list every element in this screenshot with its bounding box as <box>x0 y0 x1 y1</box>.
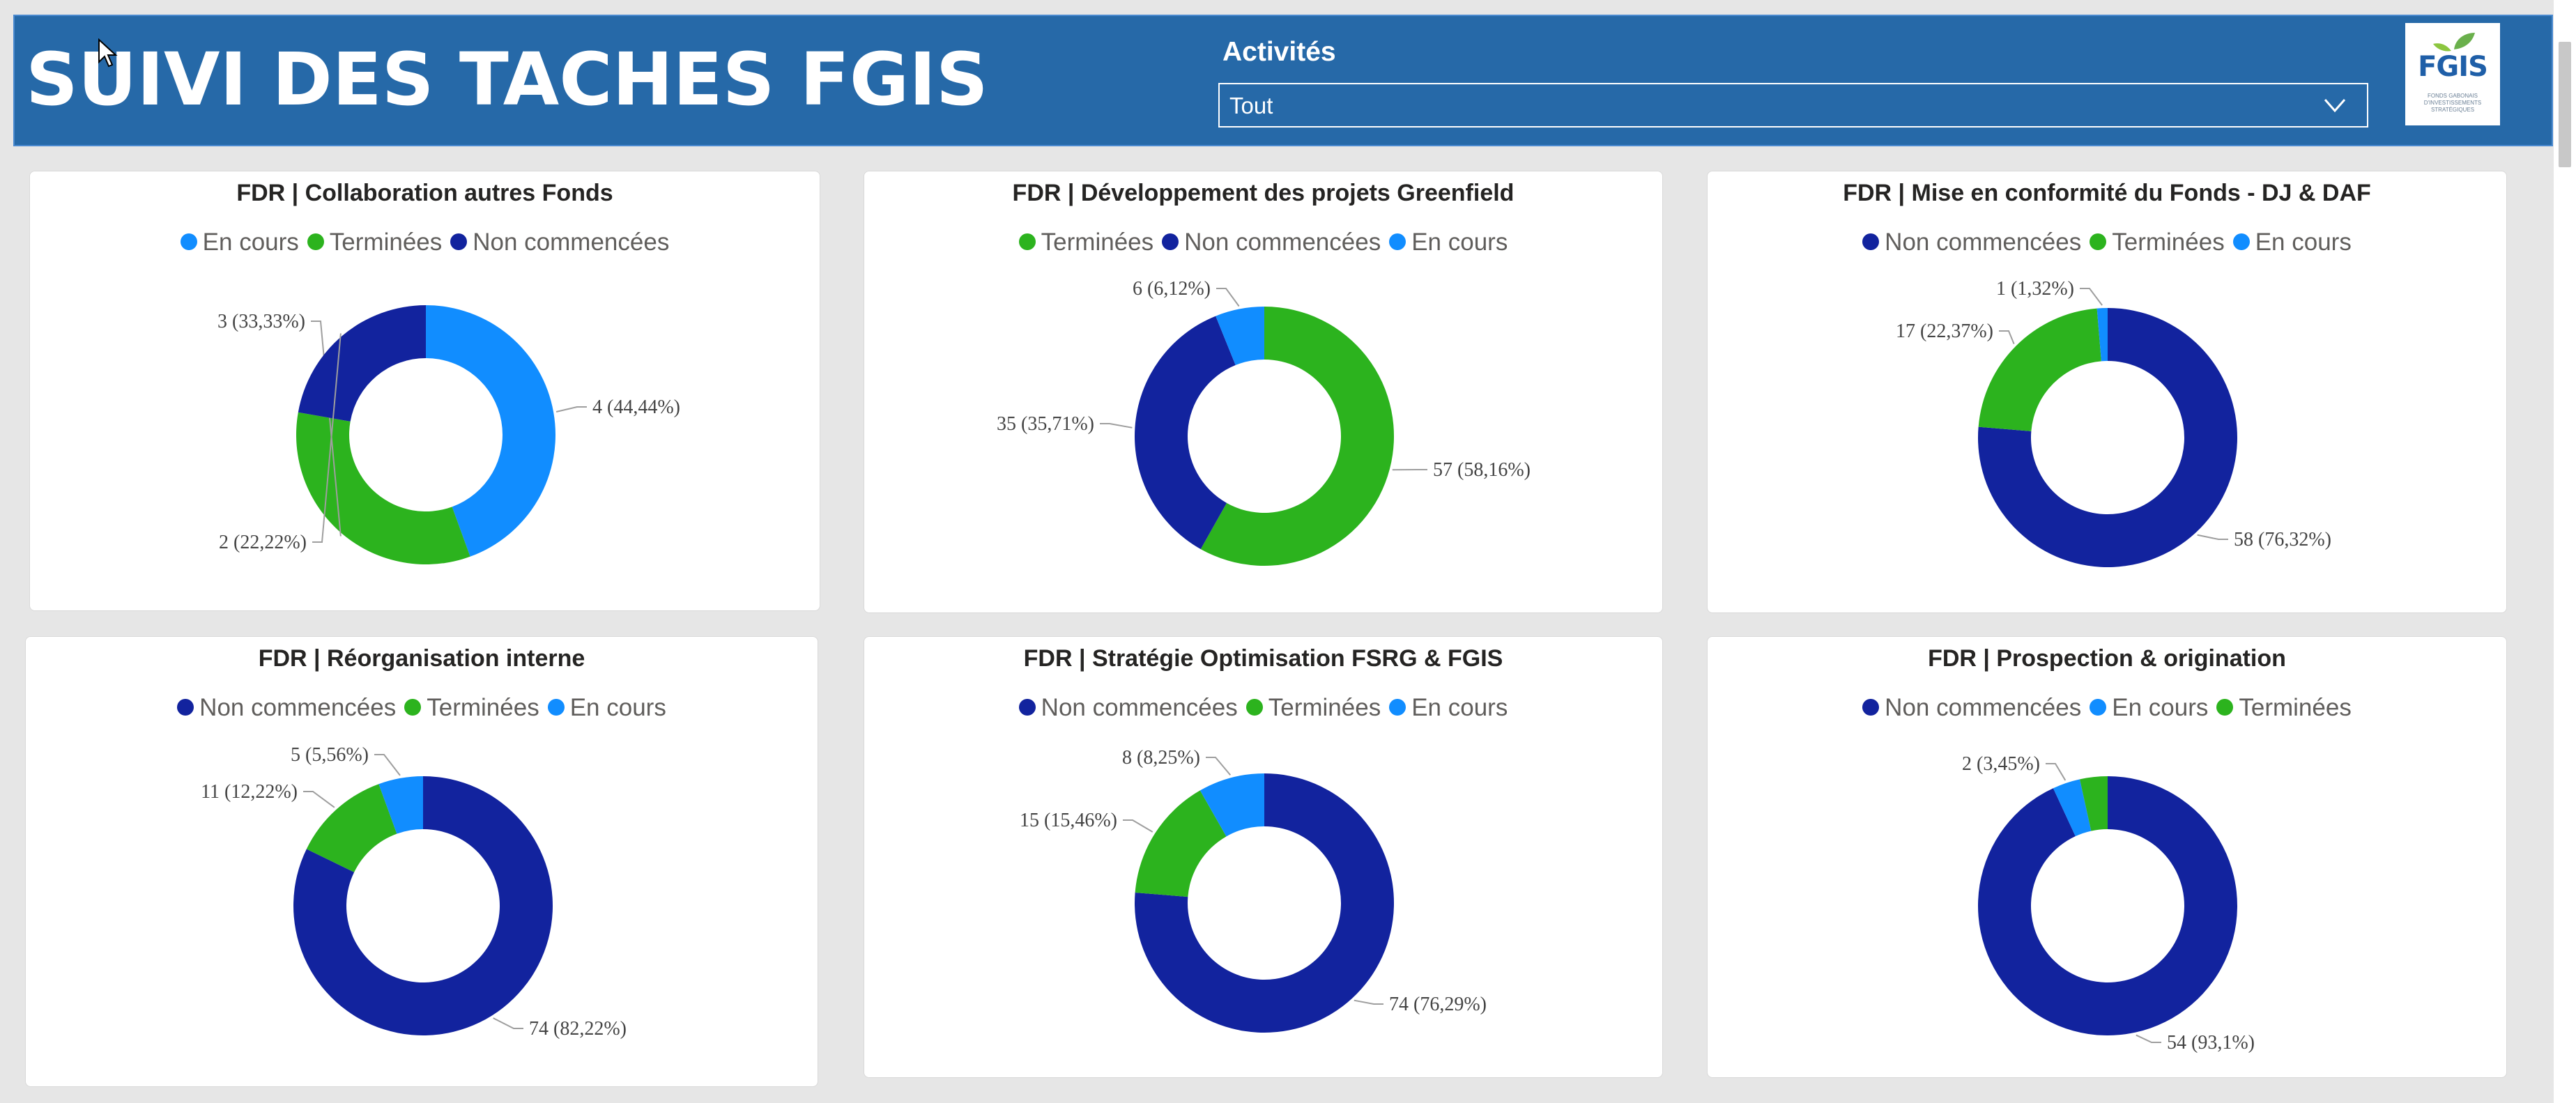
chart-title: FDR | Collaboration autres Fonds <box>236 180 613 206</box>
legend-label: Terminées <box>2112 229 2225 256</box>
legend-label: Non commencées <box>473 229 670 256</box>
report-title: SUIVI DES TACHES FGIS <box>26 37 988 122</box>
legend-item-terminees[interactable]: Terminées <box>404 694 539 722</box>
legend-dot-icon <box>1389 233 1406 250</box>
legend-dot-icon <box>547 698 565 716</box>
legend-label: Non commencées <box>199 694 397 721</box>
legend-dot-icon <box>450 233 468 250</box>
mouse-cursor-icon <box>98 38 118 68</box>
activites-slicer-label: Activités <box>1222 37 1336 67</box>
chart-legend: En cours Terminées Non commencées <box>30 229 820 256</box>
legend-label: En cours <box>2112 694 2209 721</box>
legend-dot-icon <box>307 233 324 250</box>
legend-dot-icon <box>2216 698 2234 716</box>
legend-item-non-commencees[interactable]: Non commencées <box>1018 694 1238 722</box>
logo-wordmark: FGIS <box>2418 51 2488 83</box>
legend-item-en-cours[interactable]: En cours <box>2090 694 2208 722</box>
legend-label: Terminées <box>2239 694 2352 721</box>
legend-dot-icon <box>180 233 197 250</box>
chart-title: FDR | Prospection & origination <box>1928 645 2286 672</box>
legend-dot-icon <box>1018 233 1036 250</box>
legend-label: En cours <box>1411 694 1508 721</box>
legend-dot-icon <box>2090 233 2107 250</box>
legend-dot-icon <box>1018 698 1036 716</box>
legend-label: En cours <box>202 229 299 256</box>
legend-label: Terminées <box>329 229 443 256</box>
legend-item-terminees[interactable]: Terminées <box>1018 229 1154 256</box>
legend-label: En cours <box>569 694 666 721</box>
legend-dot-icon <box>2232 233 2250 250</box>
legend-dot-icon <box>177 698 194 716</box>
logo-subtitle: FONDS GABONAIS D'INVESTISSEMENTS STRATÉG… <box>2423 93 2482 113</box>
legend-label: En cours <box>2255 229 2352 256</box>
chart-legend: Non commencées En cours Terminées <box>1708 694 2506 722</box>
legend-label: Non commencées <box>1885 229 2082 256</box>
chart-title: FDR | Mise en conformité du Fonds - DJ &… <box>1843 180 2371 206</box>
legend-item-non-commencees[interactable]: Non commencées <box>177 694 396 722</box>
legend-dot-icon <box>404 698 422 716</box>
legend-item-non-commencees[interactable]: Non commencées <box>1862 229 2081 256</box>
legend-item-terminees[interactable]: Terminées <box>2216 694 2352 722</box>
legend-item-non-commencees[interactable]: Non commencées <box>1162 229 1381 256</box>
chart-legend: Terminées Non commencées En cours <box>864 229 1662 256</box>
legend-item-non-commencees[interactable]: Non commencées <box>450 229 669 256</box>
legend-label: Terminées <box>427 694 539 721</box>
legend-label: Non commencées <box>1885 694 2082 721</box>
activites-slicer-dropdown[interactable]: Tout <box>1218 83 2368 128</box>
legend-label: Non commencées <box>1041 694 1238 721</box>
chart-title: FDR | Développement des projets Greenfie… <box>1012 180 1515 206</box>
legend-item-en-cours[interactable]: En cours <box>1389 229 1508 256</box>
chart-legend: Non commencées Terminées En cours <box>26 694 818 722</box>
chart-title: FDR | Stratégie Optimisation FSRG & FGIS <box>1023 645 1503 672</box>
legend-item-terminees[interactable]: Terminées <box>1245 694 1381 722</box>
legend-dot-icon <box>1162 233 1179 250</box>
legend-item-en-cours[interactable]: En cours <box>180 229 299 256</box>
legend-label: Terminées <box>1041 229 1154 256</box>
legend-label: En cours <box>1411 229 1508 256</box>
slicer-selected-value: Tout <box>1229 93 1273 118</box>
legend-item-terminees[interactable]: Terminées <box>307 229 442 256</box>
chart-legend: Non commencées Terminées En cours <box>1708 229 2506 256</box>
legend-item-terminees[interactable]: Terminées <box>2090 229 2225 256</box>
legend-dot-icon <box>1862 698 1880 716</box>
legend-item-en-cours[interactable]: En cours <box>547 694 666 722</box>
legend-item-non-commencees[interactable]: Non commencées <box>1862 694 2081 722</box>
vertical-scrollbar[interactable] <box>2554 0 2576 1103</box>
scrollbar-thumb[interactable] <box>2559 42 2571 167</box>
legend-label: Terminées <box>1268 694 1381 721</box>
chart-legend: Non commencées Terminées En cours <box>864 694 1662 722</box>
legend-item-en-cours[interactable]: En cours <box>1389 694 1508 722</box>
legend-dot-icon <box>2090 698 2107 716</box>
fgis-logo: FGIS FONDS GABONAIS D'INVESTISSEMENTS ST… <box>2405 23 2500 125</box>
chart-title: FDR | Réorganisation interne <box>258 645 585 672</box>
legend-item-en-cours[interactable]: En cours <box>2232 229 2352 256</box>
chevron-down-icon <box>2324 99 2346 113</box>
legend-dot-icon <box>1862 233 1880 250</box>
legend-label: Non commencées <box>1184 229 1381 256</box>
legend-dot-icon <box>1389 698 1406 716</box>
legend-dot-icon <box>1245 698 1263 716</box>
report-header: SUIVI DES TACHES FGIS Activités Tout FGI… <box>13 15 2553 146</box>
